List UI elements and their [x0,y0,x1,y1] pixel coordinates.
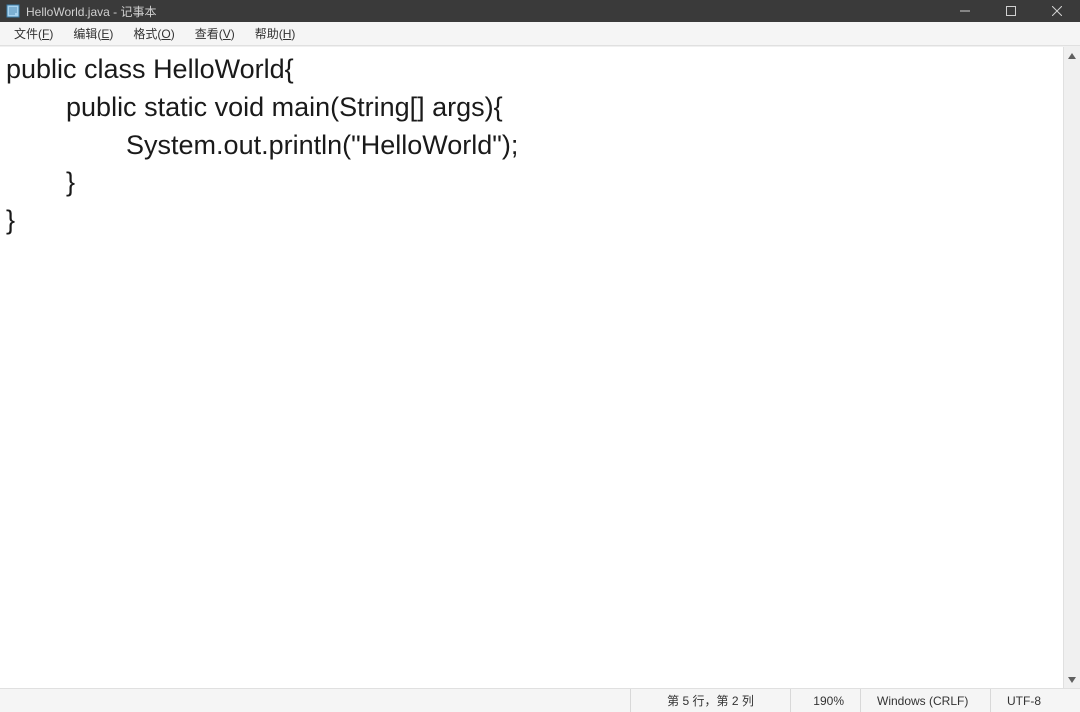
editor-area: public class HelloWorld{ public static v… [0,46,1080,688]
scroll-up-arrow-icon[interactable] [1064,47,1080,64]
menu-edit[interactable]: 编辑(E) [63,23,123,44]
window-controls [942,0,1080,22]
titlebar: HelloWorld.java - 记事本 [0,0,1080,22]
scroll-down-arrow-icon[interactable] [1064,671,1080,688]
status-line-ending: Windows (CRLF) [860,689,990,712]
close-button[interactable] [1034,0,1080,22]
menu-help[interactable]: 帮助(H) [245,23,306,44]
text-editor[interactable]: public class HelloWorld{ public static v… [0,47,1063,688]
vertical-scrollbar[interactable] [1063,47,1080,688]
menubar: 文件(F) 编辑(E) 格式(O) 查看(V) 帮助(H) [0,22,1080,46]
status-zoom-level: 190% [790,689,860,712]
status-cursor-position: 第 5 行，第 2 列 [630,689,790,712]
menu-format[interactable]: 格式(O) [123,23,184,44]
scroll-track[interactable] [1064,64,1080,671]
maximize-button[interactable] [988,0,1034,22]
statusbar: 第 5 行，第 2 列 190% Windows (CRLF) UTF-8 [0,688,1080,712]
notepad-icon [6,4,20,18]
status-encoding: UTF-8 [990,689,1080,712]
window-title: HelloWorld.java - 记事本 [26,3,156,20]
menu-view[interactable]: 查看(V) [185,23,245,44]
minimize-button[interactable] [942,0,988,22]
menu-file[interactable]: 文件(F) [4,23,63,44]
